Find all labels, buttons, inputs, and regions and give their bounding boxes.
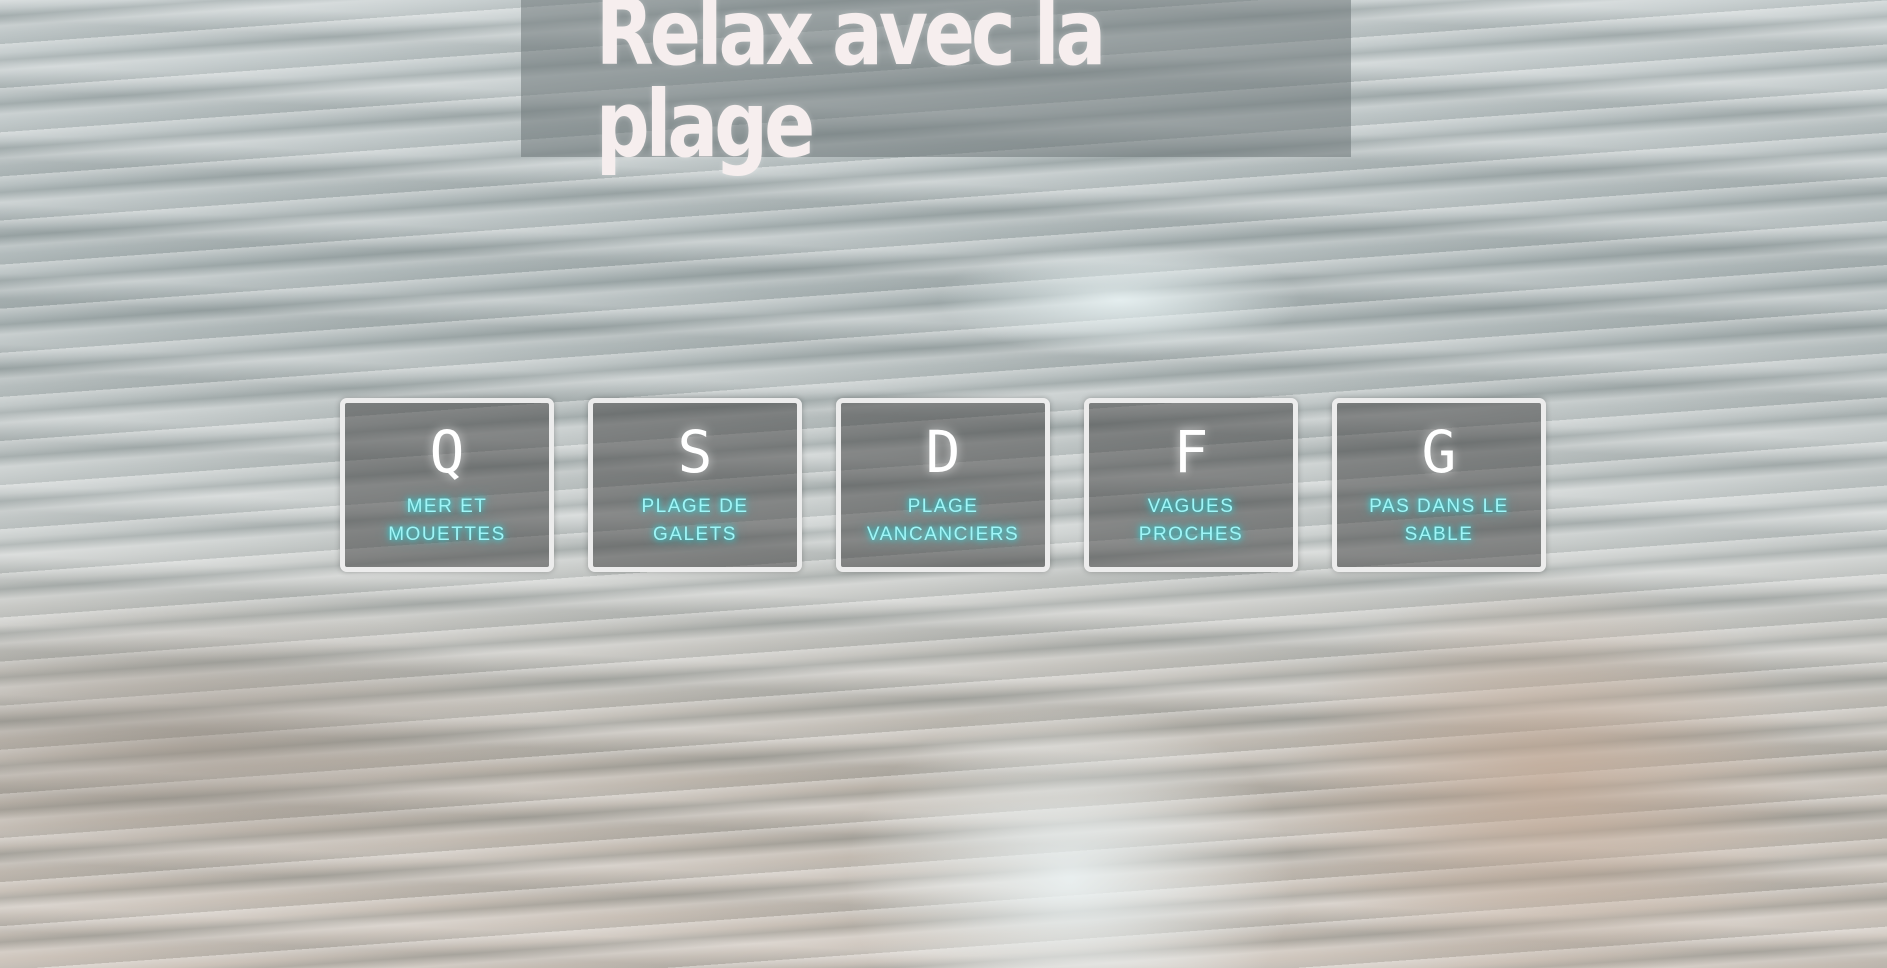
key-g-button[interactable]: G PAS DANS LE SABLE	[1332, 398, 1546, 572]
key-q-button[interactable]: Q MER ET MOUETTES	[340, 398, 554, 572]
key-d-button[interactable]: D PLAGE VANCANCIERS	[836, 398, 1050, 572]
key-letter: D	[925, 418, 961, 486]
key-label: VAGUES PROCHES	[1138, 496, 1244, 545]
key-label: MER ET MOUETTES	[388, 496, 506, 545]
title-banner: Relax avec la plage	[521, 0, 1351, 170]
key-letter: F	[1173, 418, 1209, 486]
page-title: Relax avec la plage	[595, 0, 1107, 178]
key-label: PLAGE VANCANCIERS	[866, 496, 1020, 545]
key-label: PLAGE DE GALETS	[641, 496, 749, 545]
key-letter: G	[1421, 418, 1457, 486]
sound-keys: Q MER ET MOUETTES S PLAGE DE GALETS D PL…	[340, 398, 1546, 572]
key-s-button[interactable]: S PLAGE DE GALETS	[588, 398, 802, 572]
key-letter: S	[677, 418, 713, 486]
key-f-button[interactable]: F VAGUES PROCHES	[1084, 398, 1298, 572]
key-letter: Q	[429, 418, 465, 486]
key-label: PAS DANS LE SABLE	[1369, 496, 1509, 545]
